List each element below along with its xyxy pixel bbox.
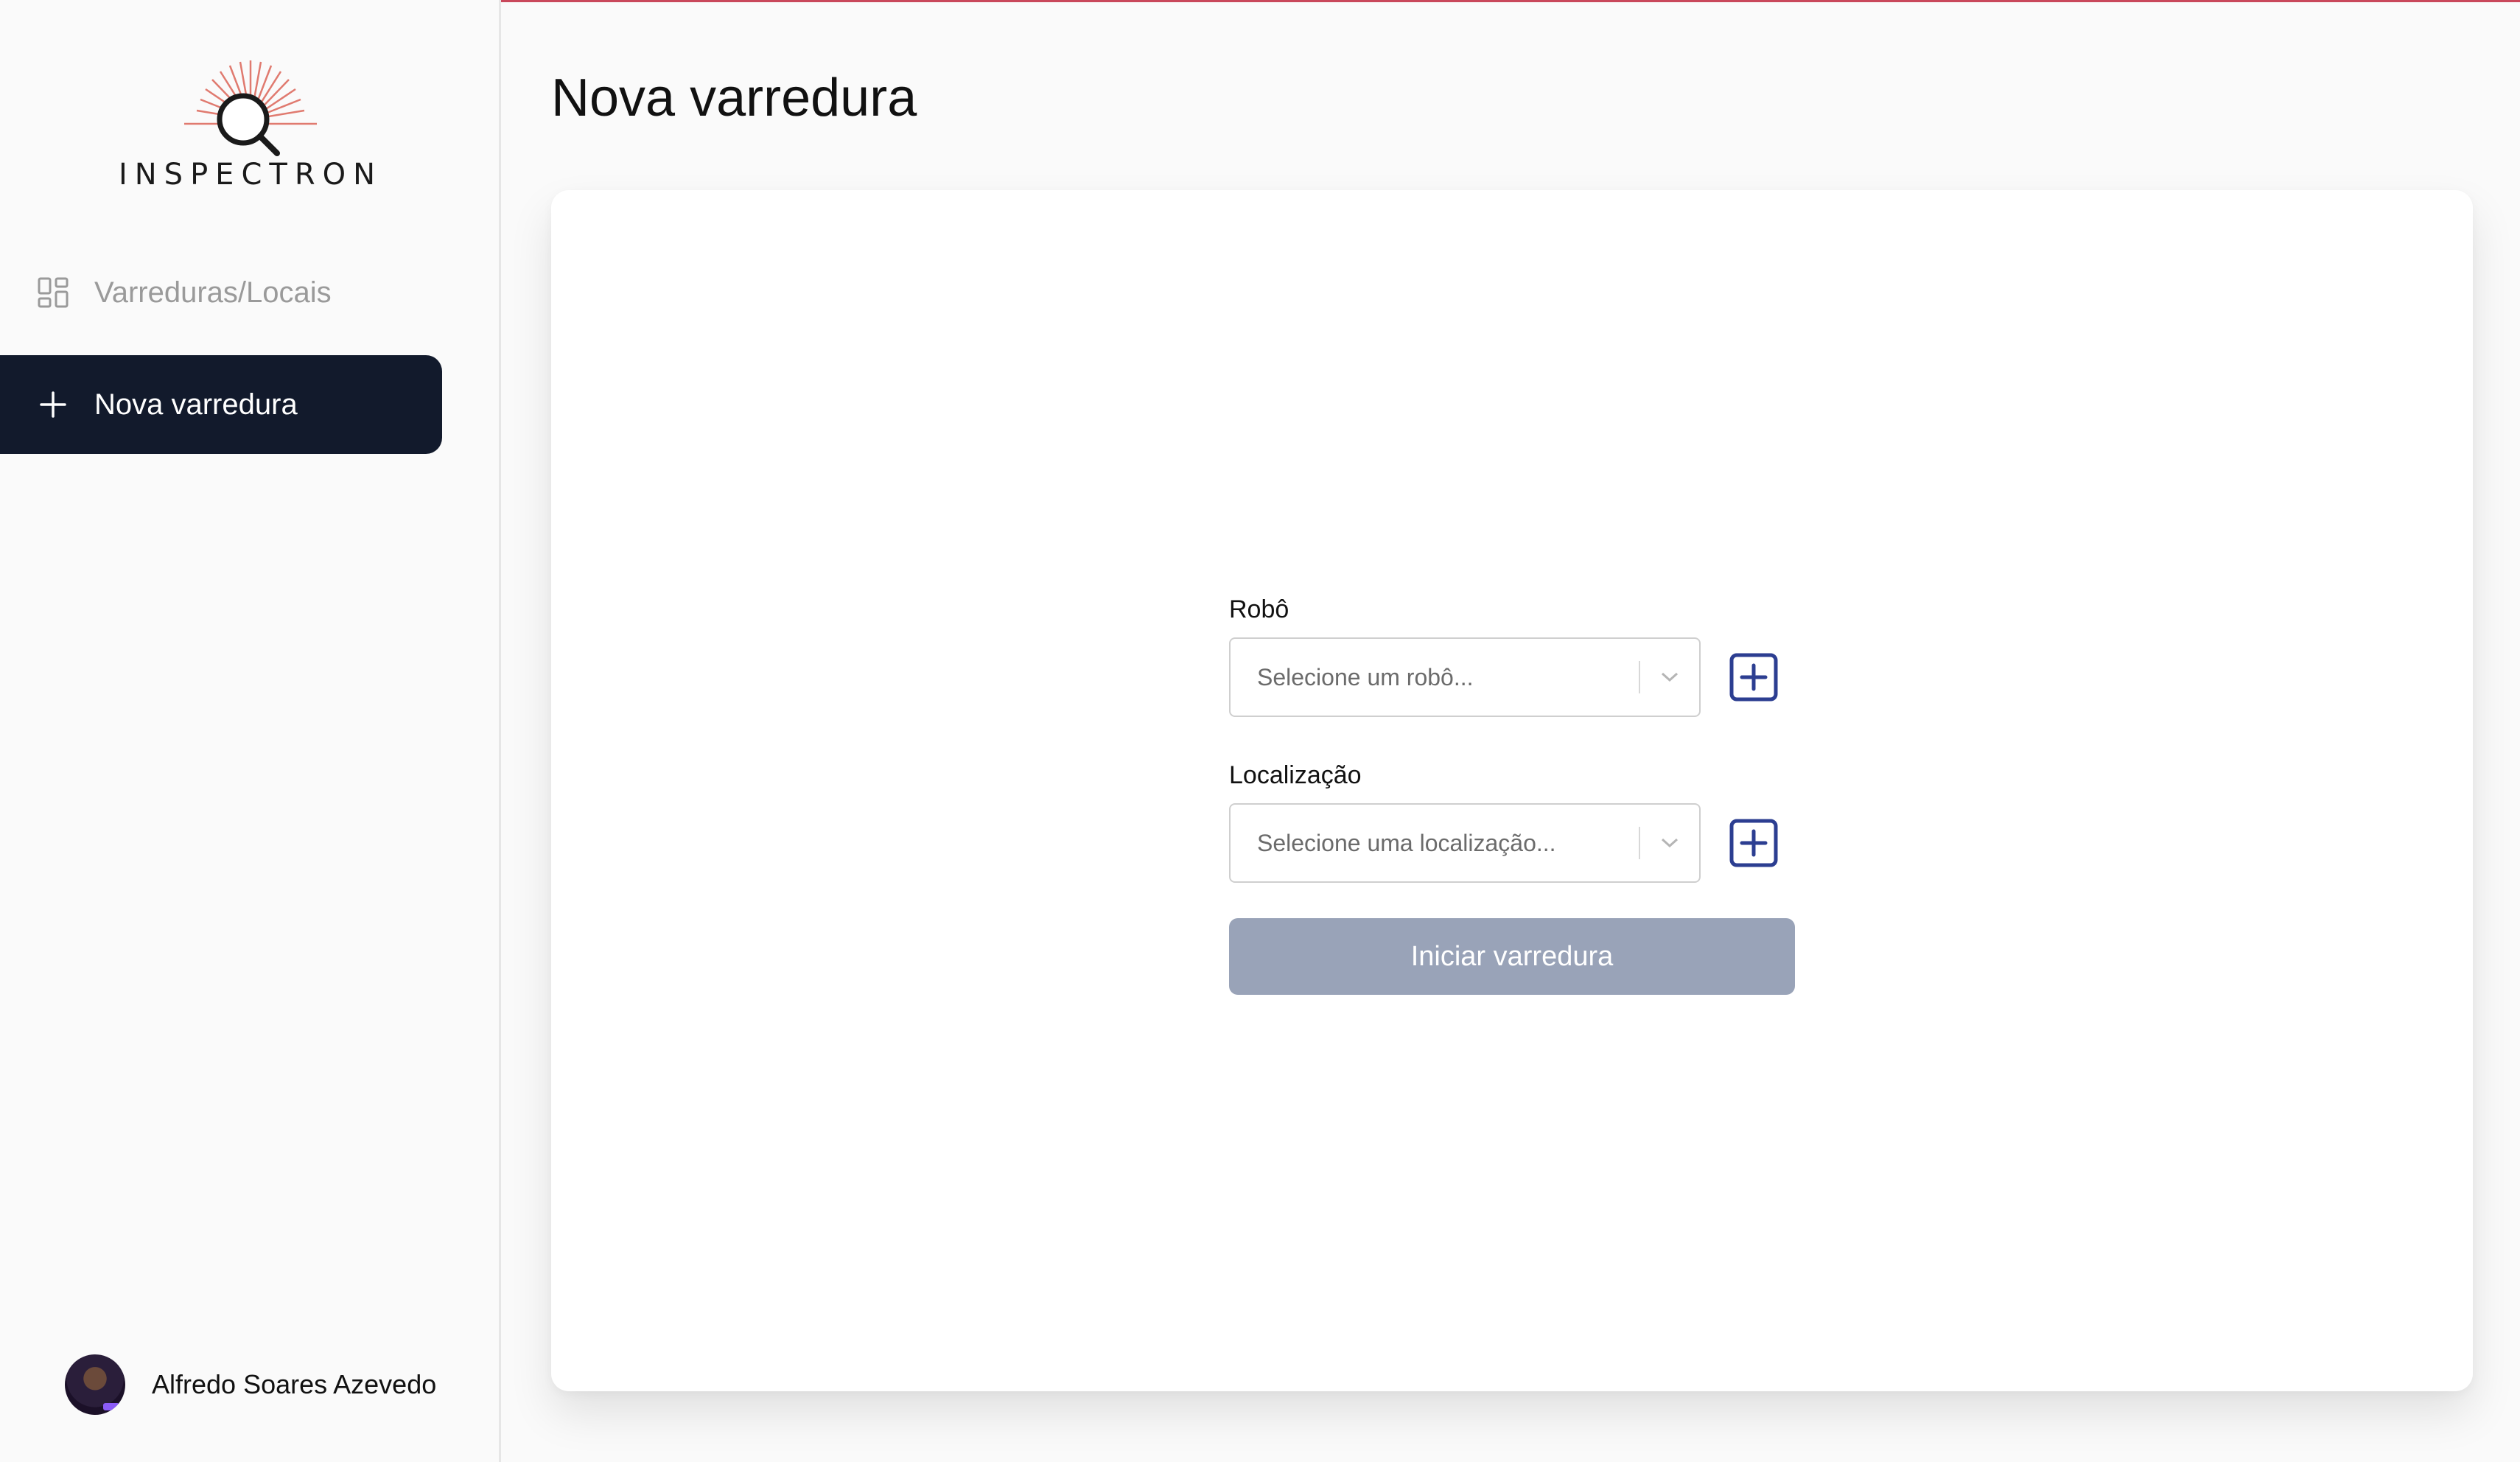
sidebar-item-label: Varreduras/Locais [94,276,332,309]
user-profile[interactable]: Alfredo Soares Azevedo [65,1354,436,1415]
plus-square-icon [1729,653,1778,702]
new-scan-form: Robô Selecione um robô... Localização Se… [1229,595,1819,995]
add-location-button[interactable] [1729,818,1779,868]
page-title: Nova varredura [551,69,917,127]
location-select-placeholder: Selecione uma localização... [1257,829,1556,856]
sidebar-item-nova-varredura[interactable]: Nova varredura [0,355,442,454]
inspectron-logo-icon [184,60,317,156]
sidebar: INSPECTRON Varreduras/Locais Nova varred… [0,0,501,1462]
brand-logo: INSPECTRON [111,53,391,200]
user-name: Alfredo Soares Azevedo [152,1369,437,1399]
new-scan-card: Robô Selecione um robô... Localização Se… [551,190,2473,1391]
avatar [65,1354,125,1415]
sidebar-item-label: Nova varredura [94,388,298,421]
robot-select[interactable]: Selecione um robô... [1229,637,1701,717]
brand-wordmark: INSPECTRON [118,158,383,192]
sidebar-item-varreduras-locais[interactable]: Varreduras/Locais [0,243,442,342]
location-label: Localização [1229,761,1362,789]
robot-label: Robô [1229,595,1289,623]
robot-select-placeholder: Selecione um robô... [1257,663,1474,690]
dashboard-grid-icon [35,275,71,310]
plus-icon [35,387,71,422]
add-robot-button[interactable] [1729,652,1779,702]
location-select[interactable]: Selecione uma localização... [1229,803,1701,883]
start-scan-button[interactable]: Iniciar varredura [1229,918,1795,995]
plus-square-icon [1729,819,1778,867]
chevron-down-icon[interactable] [1640,671,1699,684]
chevron-down-icon[interactable] [1640,836,1699,850]
